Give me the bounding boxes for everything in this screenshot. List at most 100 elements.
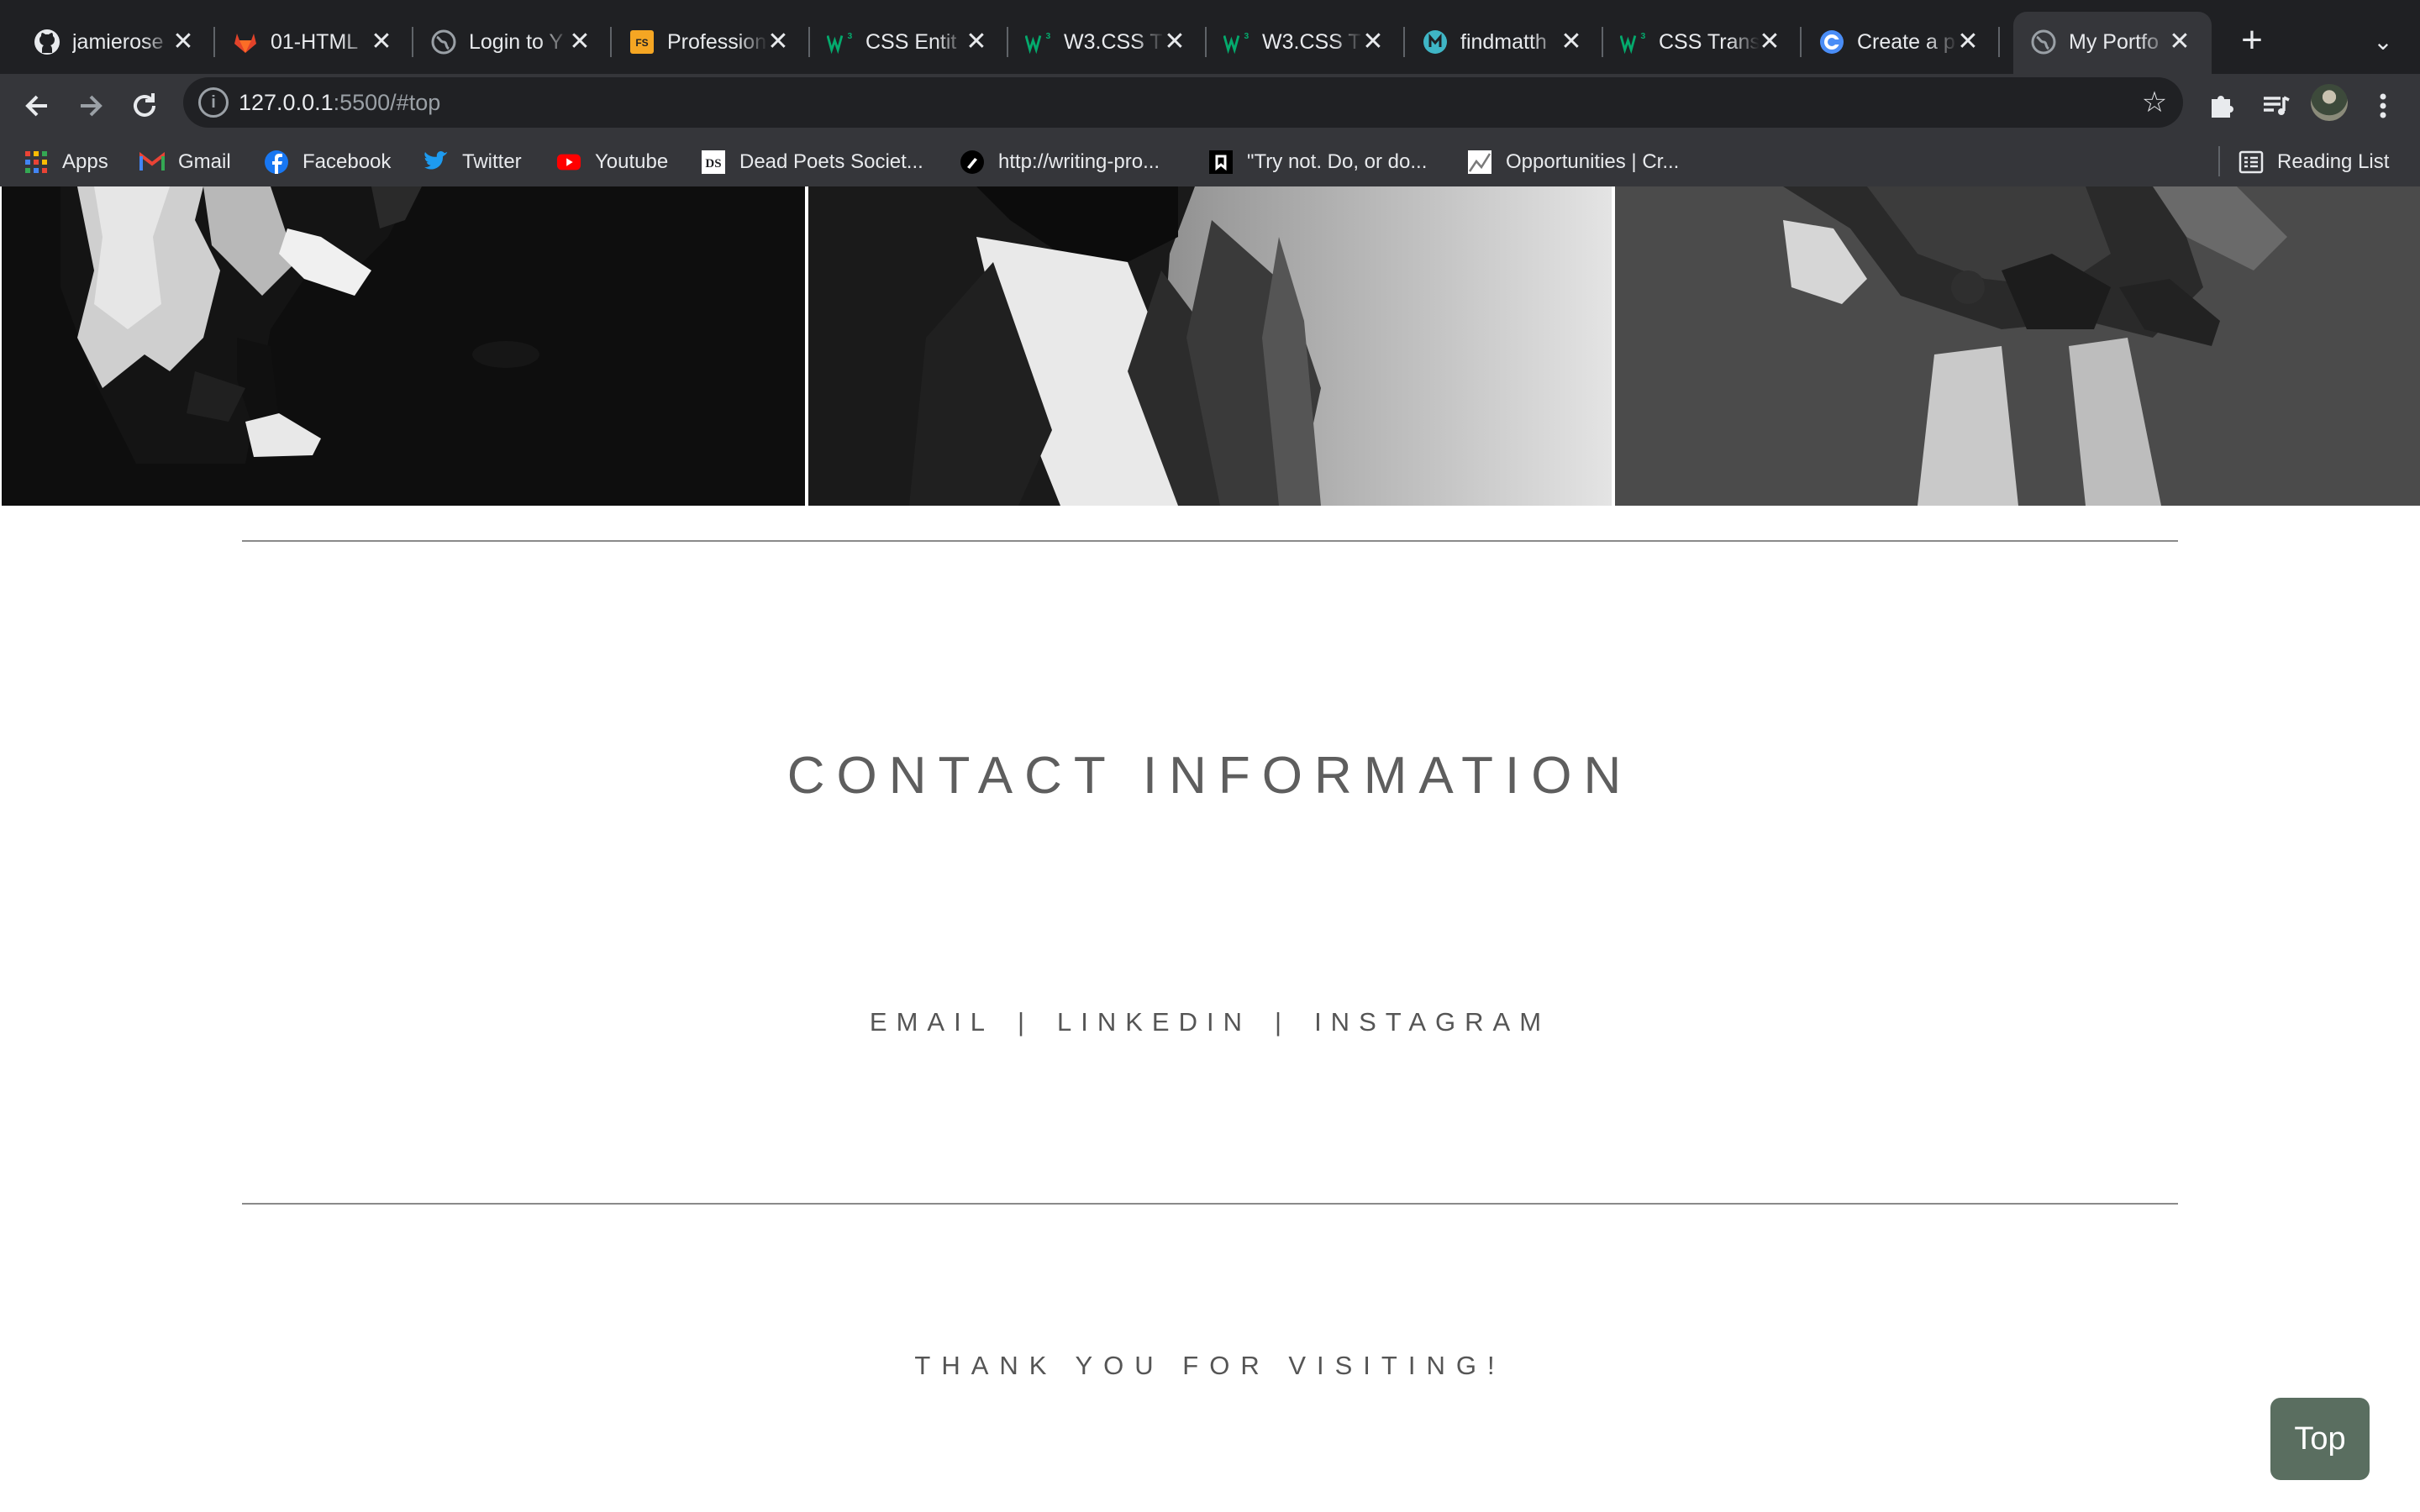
browser-tab[interactable]: findmatth ✕ [1405, 12, 1603, 74]
close-tab-icon[interactable]: ✕ [763, 27, 793, 57]
bookmark-opportunities[interactable]: Opportunities | Cr... [1467, 146, 1679, 178]
svg-text:3: 3 [847, 32, 852, 41]
w3schools-icon: 3 [1620, 29, 1647, 55]
bookmark-twitter[interactable]: Twitter [424, 146, 522, 178]
browser-tab[interactable]: 3 CSS Trans ✕ [1603, 12, 1802, 74]
page-viewport: CONTACT INFORMATION EMAIL | LINKEDIN | INSTA… [0, 186, 2420, 1512]
gitlab-icon [232, 29, 259, 55]
bookmarks-bar: Apps Gmail Facebook Twitter Youtube DS D… [0, 138, 2420, 188]
close-tab-icon[interactable]: ✕ [168, 27, 198, 57]
linkedin-link[interactable]: LINKEDIN [1057, 1004, 1251, 1041]
close-tab-icon[interactable]: ✕ [1160, 27, 1190, 57]
bookmark-label: Dead Poets Societ... [739, 150, 923, 173]
tab-title: jamierose [72, 30, 164, 54]
bookmark-label: http://writing-pro... [998, 150, 1160, 173]
browser-tab[interactable]: FS Profession ✕ [612, 12, 810, 74]
youtube-icon [556, 150, 581, 175]
forward-button[interactable] [71, 86, 111, 126]
reload-icon [134, 93, 155, 117]
tab-title: Create a p [1857, 30, 1955, 54]
reading-list-label: Reading List [2277, 150, 2390, 173]
divider-top [242, 540, 2178, 542]
browser-tab[interactable]: Create a p ✕ [1802, 12, 2000, 74]
tab-strip: jamierose ✕ 01-HTML ✕ Login to Y ✕ FS Pr… [0, 0, 2420, 74]
close-tab-icon[interactable]: ✕ [961, 27, 992, 57]
browser-tab-active[interactable]: My Portfo ✕ [2013, 12, 2212, 74]
instagram-link[interactable]: INSTAGRAM [1314, 1004, 1550, 1041]
url-host: 127.0.0.1 [239, 90, 334, 115]
browser-tab[interactable]: Login to Y ✕ [413, 12, 612, 74]
hex-icon [1422, 29, 1449, 55]
close-tab-icon[interactable]: ✕ [1754, 27, 1785, 57]
tab-title: W3.CSS T [1262, 30, 1361, 54]
bookmark-label: Gmail [178, 150, 231, 173]
browser-tab[interactable]: 3 CSS Entit ✕ [810, 12, 1008, 74]
browser-tab[interactable]: 3 W3.CSS T ✕ [1207, 12, 1405, 74]
reading-list-icon [2238, 150, 2264, 175]
url-text[interactable]: 127.0.0.1:5500/#top [239, 87, 440, 118]
email-link[interactable]: EMAIL [870, 1004, 994, 1041]
back-button[interactable] [17, 86, 57, 126]
gallery-photo-1 [2, 186, 805, 506]
w3schools-icon: 3 [1223, 29, 1250, 55]
close-tab-icon[interactable]: ✕ [366, 27, 397, 57]
bookmark-youtube[interactable]: Youtube [556, 146, 668, 178]
divider-bottom [242, 1203, 2178, 1205]
playlist-icon [2264, 96, 2290, 115]
svg-text:3: 3 [1640, 32, 1645, 41]
w3schools-icon: 3 [827, 29, 854, 55]
bookmark-label: Twitter [462, 150, 522, 173]
thank-you-text: THANK YOU FOR VISITING! [914, 1351, 1506, 1380]
facebook-icon [264, 150, 289, 175]
twitter-icon [424, 150, 449, 175]
gallery-photo-2 [808, 186, 1612, 506]
reload-button[interactable] [124, 86, 165, 126]
kebab-menu-icon [2380, 93, 2386, 118]
new-tab-button[interactable]: + [2232, 22, 2272, 62]
browser-tab[interactable]: 01-HTML ✕ [215, 12, 413, 74]
apps-grid-icon [24, 150, 49, 175]
site-info-icon[interactable]: i [198, 87, 229, 118]
browser-tab[interactable]: jamierose ✕ [17, 12, 215, 74]
gallery-photo-3 [1615, 186, 2420, 506]
browser-tab[interactable]: 3 W3.CSS T ✕ [1008, 12, 1207, 74]
media-controls-button[interactable] [2255, 86, 2296, 126]
tab-title: CSS Entit [865, 30, 957, 54]
fs-icon: FS [629, 29, 655, 55]
extensions-button[interactable] [2202, 86, 2242, 126]
bookmark-gmail[interactable]: Gmail [139, 146, 231, 178]
forward-arrow-icon [81, 95, 103, 117]
close-tab-icon[interactable]: ✕ [565, 27, 595, 57]
close-tab-icon[interactable]: ✕ [1556, 27, 1586, 57]
menu-button[interactable] [2363, 86, 2403, 126]
ds-icon: DS [701, 150, 726, 175]
c-icon [1818, 29, 1845, 55]
bookmark-label: Facebook [302, 150, 392, 173]
profile-avatar[interactable] [2311, 84, 2348, 121]
bookmark-dead-poets[interactable]: DS Dead Poets Societ... [701, 146, 923, 178]
reading-list-button[interactable]: Reading List [2238, 146, 2389, 178]
address-bar[interactable]: i 127.0.0.1:5500/#top ☆ [183, 77, 2183, 128]
bookmark-try-not[interactable]: "Try not. Do, or do... [1208, 146, 1427, 178]
bookmark-label: Apps [62, 150, 108, 173]
close-tab-icon[interactable]: ✕ [2165, 27, 2195, 57]
bookmarks-divider [2218, 146, 2220, 176]
bookmark-facebook[interactable]: Facebook [264, 146, 391, 178]
back-to-top-button[interactable]: Top [2270, 1398, 2370, 1480]
bookmark-apps[interactable]: Apps [24, 146, 108, 178]
back-arrow-icon [25, 95, 47, 117]
tab-title: 01-HTML [271, 30, 359, 54]
pen-icon [960, 150, 985, 175]
tab-separator [1998, 27, 2000, 57]
bookmark-label: Youtube [595, 150, 669, 173]
url-path: :5500/#top [333, 90, 441, 115]
puzzle-icon [2212, 96, 2233, 118]
close-tab-icon[interactable]: ✕ [1358, 27, 1388, 57]
close-tab-icon[interactable]: ✕ [1953, 27, 1983, 57]
tab-title: findmatth [1460, 30, 1547, 54]
link-separator: | [1275, 1007, 1292, 1037]
tab-search-icon[interactable]: ⌄ [2366, 25, 2400, 59]
bookmark-writing-pro[interactable]: http://writing-pro... [960, 146, 1160, 178]
bookmark-star-icon[interactable]: ☆ [2138, 86, 2171, 119]
svg-text:3: 3 [1244, 32, 1249, 41]
